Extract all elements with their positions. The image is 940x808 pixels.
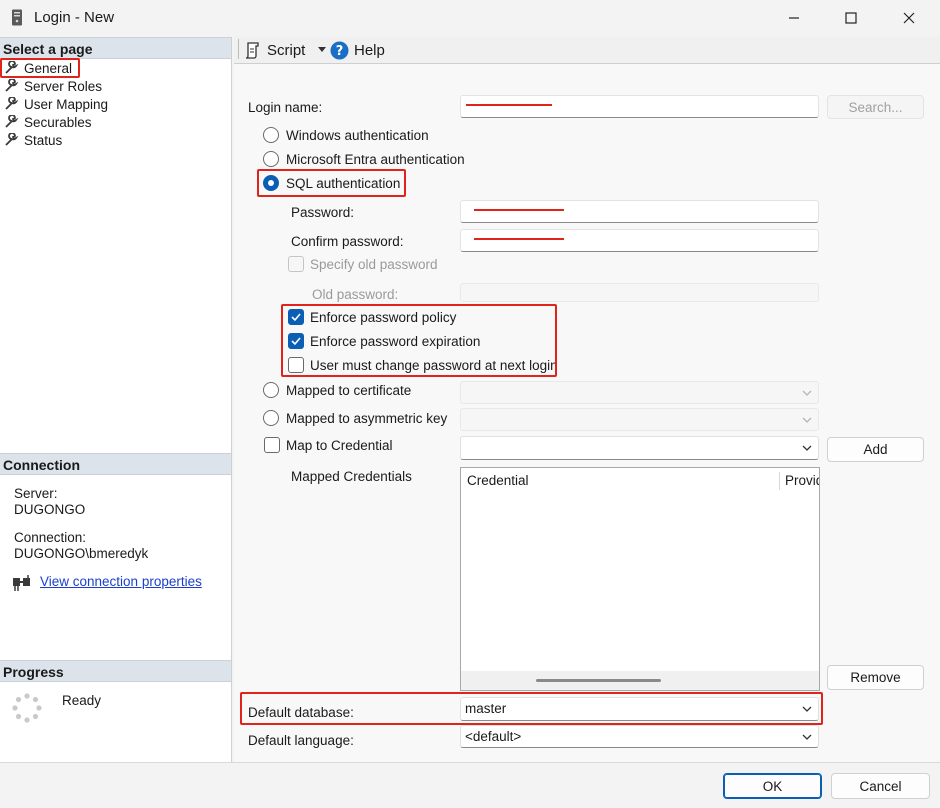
close-button[interactable] bbox=[880, 0, 938, 36]
password-label: Password: bbox=[291, 205, 355, 220]
windows-auth-label: Windows authentication bbox=[286, 128, 429, 143]
wrench-icon bbox=[5, 79, 19, 92]
chevron-down-icon bbox=[802, 445, 812, 451]
chevron-down-icon bbox=[802, 417, 812, 423]
toolbar: Script ? Help bbox=[234, 37, 940, 63]
mapped-cert-label: Mapped to certificate bbox=[286, 383, 412, 398]
mapped-cert-radio[interactable] bbox=[263, 382, 279, 398]
password-input[interactable] bbox=[460, 200, 819, 223]
entra-auth-radio[interactable] bbox=[263, 151, 279, 167]
cancel-button[interactable]: Cancel bbox=[831, 773, 930, 799]
progress-status: Ready bbox=[62, 693, 102, 708]
nav-item-status[interactable]: Status bbox=[4, 131, 62, 149]
maximize-icon bbox=[845, 12, 857, 24]
toolbar-grip bbox=[238, 39, 239, 59]
windows-auth-radio[interactable] bbox=[263, 127, 279, 143]
select-page-header: Select a page bbox=[0, 37, 231, 59]
maximize-button[interactable] bbox=[822, 0, 880, 36]
highlight-default-database bbox=[240, 692, 823, 725]
title-bar: Login - New bbox=[0, 0, 940, 36]
chevron-down-icon bbox=[802, 734, 812, 740]
search-button[interactable]: Search... bbox=[827, 95, 924, 119]
server-icon bbox=[12, 9, 22, 26]
column-divider bbox=[779, 472, 780, 490]
mapped-credentials-label: Mapped Credentials bbox=[291, 469, 412, 484]
map-credential-checkbox[interactable] bbox=[264, 437, 280, 453]
left-pane: Select a page General Server Roles User … bbox=[0, 37, 232, 762]
help-button[interactable]: ? Help bbox=[330, 39, 385, 61]
nav-item-user-mapping[interactable]: User Mapping bbox=[4, 95, 108, 113]
scrollbar-thumb[interactable] bbox=[536, 679, 661, 682]
view-connection-properties-link[interactable]: View connection properties bbox=[40, 574, 202, 589]
confirm-password-label: Confirm password: bbox=[291, 234, 404, 249]
specify-old-password-label: Specify old password bbox=[310, 257, 438, 272]
wrench-icon bbox=[5, 133, 19, 146]
remove-button[interactable]: Remove bbox=[827, 665, 924, 690]
certificate-select[interactable] bbox=[460, 381, 819, 404]
horizontal-scrollbar[interactable] bbox=[461, 671, 819, 690]
progress-header: Progress bbox=[0, 660, 231, 682]
confirm-password-input[interactable] bbox=[460, 229, 819, 252]
progress-spinner-icon bbox=[12, 693, 42, 723]
column-header-credential[interactable]: Credential bbox=[467, 473, 529, 488]
help-label: Help bbox=[354, 41, 385, 59]
entra-auth-label: Microsoft Entra authentication bbox=[286, 152, 465, 167]
default-language-label: Default language: bbox=[248, 733, 354, 748]
connection-header: Connection bbox=[0, 453, 231, 475]
server-label: Server: bbox=[14, 486, 58, 501]
connection-value: DUGONGO\bmeredyk bbox=[14, 546, 149, 561]
add-button[interactable]: Add bbox=[827, 437, 924, 462]
dialog-footer: OK Cancel bbox=[0, 762, 940, 808]
script-dropdown-icon[interactable] bbox=[318, 47, 326, 53]
asymmetric-key-select[interactable] bbox=[460, 408, 819, 431]
script-button[interactable]: Script bbox=[244, 39, 305, 61]
nav-item-server-roles[interactable]: Server Roles bbox=[4, 77, 102, 95]
script-icon bbox=[245, 42, 259, 59]
nav-label: Status bbox=[24, 132, 63, 148]
svg-text:?: ? bbox=[336, 44, 344, 59]
redacted-mark bbox=[466, 104, 552, 106]
highlight-sql-auth bbox=[257, 169, 406, 197]
map-credential-label: Map to Credential bbox=[286, 438, 393, 453]
mapped-asym-radio[interactable] bbox=[263, 410, 279, 426]
default-language-select[interactable]: <default> bbox=[460, 725, 819, 748]
close-icon bbox=[903, 12, 915, 24]
connection-label: Connection: bbox=[14, 530, 87, 545]
highlight-password-policies bbox=[281, 304, 557, 377]
login-name-input[interactable] bbox=[460, 95, 819, 118]
chevron-down-icon bbox=[802, 390, 812, 396]
minimize-icon bbox=[789, 17, 799, 19]
nav-label: Server Roles bbox=[24, 78, 103, 94]
mapped-credentials-grid[interactable]: Credential Provider bbox=[460, 467, 820, 691]
redacted-mark bbox=[474, 238, 564, 240]
server-value: DUGONGO bbox=[14, 502, 86, 517]
wrench-icon bbox=[5, 97, 19, 110]
credential-select[interactable] bbox=[460, 436, 819, 460]
connection-properties-icon bbox=[13, 575, 30, 591]
old-password-label: Old password: bbox=[312, 287, 399, 302]
nav-label: User Mapping bbox=[24, 96, 109, 112]
minimize-button[interactable] bbox=[765, 0, 823, 36]
login-name-label: Login name: bbox=[248, 100, 323, 115]
old-password-input[interactable] bbox=[460, 283, 819, 302]
highlight-general bbox=[0, 58, 80, 78]
window-title: Login - New bbox=[34, 9, 115, 26]
ok-button[interactable]: OK bbox=[723, 773, 822, 799]
specify-old-password-checkbox[interactable] bbox=[288, 256, 304, 272]
redacted-mark bbox=[474, 209, 564, 211]
wrench-icon bbox=[5, 115, 19, 128]
default-language-value: <default> bbox=[465, 729, 522, 744]
help-icon: ? bbox=[330, 41, 349, 59]
nav-label: Securables bbox=[24, 114, 92, 130]
nav-item-securables[interactable]: Securables bbox=[4, 113, 92, 131]
column-header-provider[interactable]: Provider bbox=[785, 473, 819, 488]
mapped-asym-label: Mapped to asymmetric key bbox=[286, 411, 448, 426]
script-label: Script bbox=[267, 41, 306, 59]
